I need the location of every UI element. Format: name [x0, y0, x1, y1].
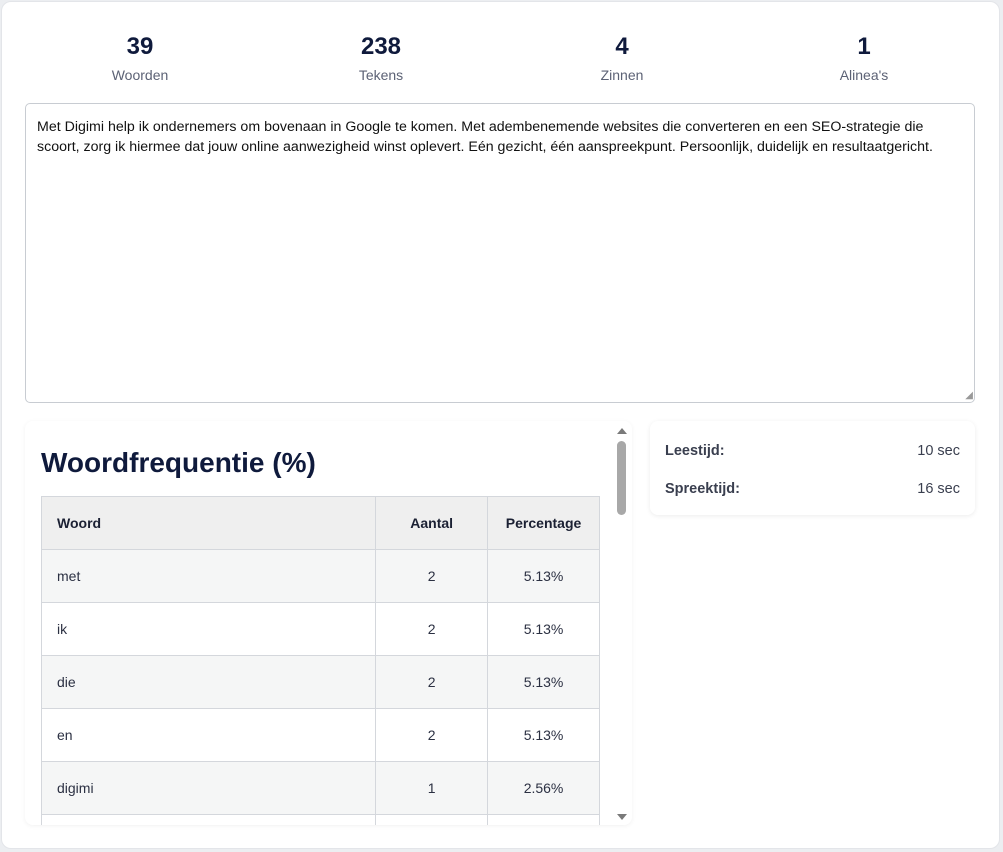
- cell-percentage: 5.13%: [487, 655, 600, 709]
- table-row: [40, 814, 600, 825]
- cell-percentage: 5.13%: [487, 602, 600, 656]
- speaking-time-label: Spreektijd:: [665, 481, 740, 497]
- cell-word: digimi: [40, 761, 377, 815]
- cell-count: 2: [375, 602, 489, 656]
- table-row: die 2 5.13%: [40, 655, 600, 709]
- stat-words-label: Woorden: [111, 67, 169, 83]
- cell-percentage: [487, 814, 600, 825]
- table-row: met 2 5.13%: [40, 549, 600, 603]
- frequency-scrollbar[interactable]: [614, 425, 630, 823]
- stat-words: 39 Woorden: [40, 32, 240, 84]
- scroll-up-arrow-icon[interactable]: [617, 428, 627, 434]
- table-row: en 2 5.13%: [40, 708, 600, 762]
- word-frequency-title: Woordfrequentie (%): [41, 447, 316, 478]
- cell-count: [375, 814, 489, 825]
- stat-characters-label: Tekens: [358, 67, 404, 83]
- cell-percentage: 5.13%: [487, 549, 600, 603]
- reading-time-row: Leestijd: 10 sec: [665, 441, 960, 461]
- stat-sentences-label: Zinnen: [600, 67, 644, 83]
- scroll-down-arrow-icon[interactable]: [617, 814, 627, 820]
- cell-count: 2: [375, 708, 489, 762]
- cell-percentage: 2.56%: [487, 761, 600, 815]
- time-estimates-panel: Leestijd: 10 sec Spreektijd: 16 sec: [650, 421, 975, 515]
- text-input-area[interactable]: Met Digimi help ik ondernemers om bovena…: [25, 103, 975, 403]
- stat-characters-value: 238: [360, 33, 402, 60]
- stat-words-value: 39: [126, 33, 154, 60]
- cell-word: en: [40, 708, 377, 762]
- resize-handle-icon[interactable]: ◢: [963, 391, 973, 401]
- column-header-percentage: Percentage: [487, 496, 600, 550]
- cell-percentage: 5.13%: [487, 708, 600, 762]
- column-header-count: Aantal: [375, 496, 489, 550]
- reading-time-label: Leestijd:: [665, 443, 725, 459]
- stat-characters: 238 Tekens: [281, 32, 481, 84]
- reading-time-value: 10 sec: [917, 443, 960, 459]
- speaking-time-value: 16 sec: [917, 481, 960, 497]
- speaking-time-row: Spreektijd: 16 sec: [665, 479, 960, 499]
- cell-count: 2: [375, 655, 489, 709]
- cell-word: die: [40, 655, 377, 709]
- cell-count: 2: [375, 549, 489, 603]
- cell-word: met: [40, 549, 377, 603]
- column-header-word: Woord: [40, 496, 377, 550]
- stat-sentences: 4 Zinnen: [522, 32, 722, 84]
- table-header-row: Woord Aantal Percentage: [40, 496, 600, 550]
- table-row: digimi 1 2.56%: [40, 761, 600, 815]
- table-row: ik 2 5.13%: [40, 602, 600, 656]
- word-frequency-panel: Woordfrequentie (%) Woord Aantal Percent…: [25, 421, 632, 825]
- cell-word: ik: [40, 602, 377, 656]
- scrollbar-thumb[interactable]: [617, 441, 626, 515]
- word-frequency-table: Woord Aantal Percentage met 2 5.13% ik 2…: [40, 496, 600, 825]
- stat-paragraphs-label: Alinea's: [839, 67, 889, 83]
- stat-paragraphs-value: 1: [857, 33, 871, 60]
- cell-word: [40, 814, 377, 825]
- stat-sentences-value: 4: [615, 33, 629, 60]
- text-input-content[interactable]: Met Digimi help ik ondernemers om bovena…: [37, 119, 933, 155]
- cell-count: 1: [375, 761, 489, 815]
- stat-paragraphs: 1 Alinea's: [764, 32, 964, 84]
